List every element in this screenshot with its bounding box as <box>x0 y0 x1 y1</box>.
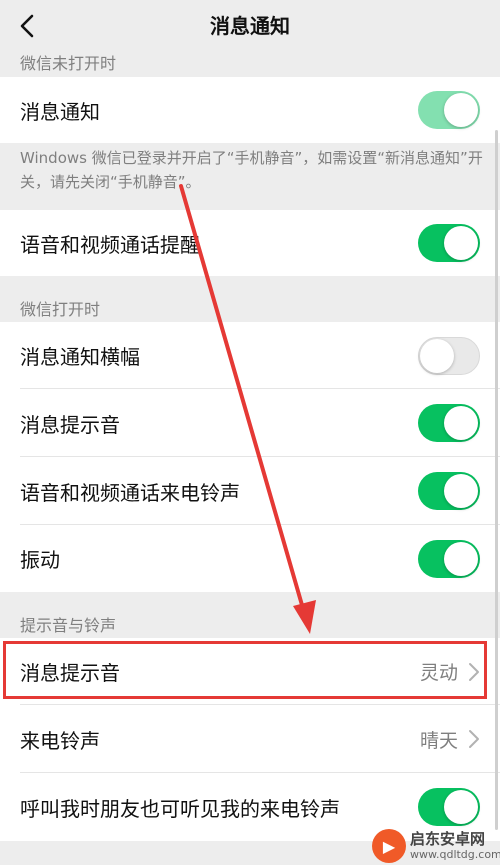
chevron-right-icon <box>469 663 479 681</box>
row-call-ringtone: 语音和视频通话来电铃声 <box>0 457 500 525</box>
friends-hear-switch[interactable] <box>418 788 480 826</box>
section-header-wechat-open: 微信打开时 <box>20 300 101 319</box>
section-header-sounds: 提示音与铃声 <box>20 616 117 635</box>
chevron-right-icon <box>469 730 479 748</box>
switch-knob <box>444 406 478 440</box>
call-alert-switch[interactable] <box>418 224 480 262</box>
switch-knob <box>444 226 478 260</box>
row-ringtone[interactable]: 来电铃声 晴天 <box>0 705 500 773</box>
nav-bar: 消息通知 <box>0 0 500 52</box>
row-label: 语音和视频通话提醒 <box>20 232 200 257</box>
notify-switch[interactable] <box>418 91 480 129</box>
notify-note: Windows 微信已登录并开启了“手机静音”，如需设置“新消息通知”开关，请先… <box>20 149 483 191</box>
vibrate-switch[interactable] <box>418 540 480 578</box>
row-label: 消息提示音 <box>20 661 120 685</box>
switch-knob <box>444 93 478 127</box>
section-header-wechat-closed: 微信未打开时 <box>20 54 117 73</box>
watermark-logo: ▶ <box>372 829 406 863</box>
page-title: 消息通知 <box>210 14 290 38</box>
msg-tone-value: 灵动 <box>419 662 458 684</box>
row-label: 呼叫我时朋友也可听见我的来电铃声 <box>20 796 340 821</box>
watermark: ▶ 启东安卓网 www.qdltdg.com <box>372 828 500 864</box>
row-call-alert: 语音和视频通话提醒 <box>0 210 500 276</box>
row-label: 消息通知 <box>20 99 100 124</box>
row-label: 消息通知横幅 <box>20 345 140 369</box>
scrollbar[interactable] <box>495 130 498 830</box>
watermark-url: www.qdltdg.com <box>410 848 500 861</box>
watermark-name: 启东安卓网 <box>410 830 486 848</box>
row-label: 来电铃声 <box>20 728 100 753</box>
call-ringtone-switch[interactable] <box>418 472 480 510</box>
msg-sound-switch[interactable] <box>418 404 480 442</box>
switch-knob <box>444 474 478 508</box>
banner-switch[interactable] <box>418 337 480 375</box>
row-msg-tone[interactable]: 消息提示音 灵动 <box>0 638 500 705</box>
switch-knob <box>444 790 478 824</box>
row-label: 振动 <box>20 548 60 572</box>
row-banner: 消息通知横幅 <box>0 322 500 389</box>
switch-knob <box>444 542 478 576</box>
row-msg-sound: 消息提示音 <box>0 389 500 457</box>
row-label: 语音和视频通话来电铃声 <box>20 480 240 505</box>
switch-knob <box>420 339 454 373</box>
row-label: 消息提示音 <box>20 412 120 437</box>
ringtone-value: 晴天 <box>419 729 458 752</box>
row-vibrate: 振动 <box>0 525 500 592</box>
row-notify: 消息通知 <box>0 77 500 143</box>
